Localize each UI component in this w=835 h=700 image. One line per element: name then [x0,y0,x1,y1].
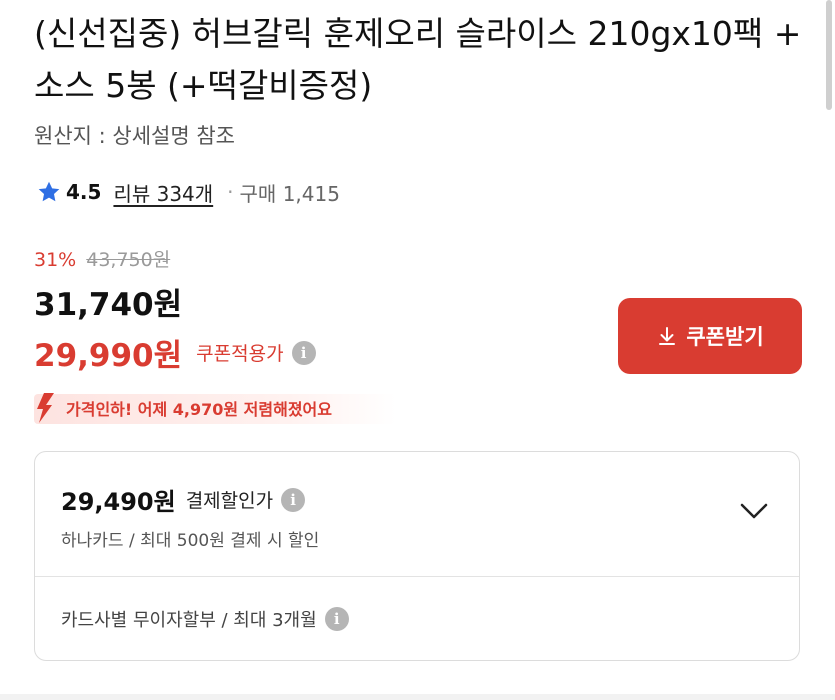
purchase-count: 구매 1,415 [239,181,340,206]
discount-percent: 31% [34,249,77,271]
section-divider [0,694,835,700]
sale-price: 31,740원 [34,287,183,323]
separator-dot: · [227,180,234,204]
discount-row: 31% 43,750원 [34,245,170,272]
get-coupon-button[interactable]: 쿠폰받기 [618,298,802,374]
scrollbar[interactable] [826,0,832,110]
price-drop-text: 가격인하! 어제 4,970원 저렴해졌어요 [66,400,332,419]
info-icon[interactable]: i [324,607,349,631]
card-discount-label: 결제할인가 [185,490,274,512]
card-discount-price: 29,490원 [61,488,176,516]
card-discount-box: 29,490원 결제할인가 i 하나카드 / 최대 500원 결제 시 할인 카… [34,451,800,661]
coupon-price-label: 쿠폰적용가 [196,343,284,365]
rating-value: 4.5 [66,180,102,204]
down-arrow-icon [37,393,54,423]
card-discount-toggle[interactable]: 29,490원 결제할인가 i 하나카드 / 최대 500원 결제 시 할인 [35,452,799,577]
get-coupon-label: 쿠폰받기 [686,325,764,349]
price-drop-banner: 가격인하! 어제 4,970원 저렴해졌어요 [34,390,396,426]
info-icon[interactable]: i [291,340,316,365]
original-price: 43,750원 [86,249,171,271]
card-discount-subtitle: 하나카드 / 최대 500원 결제 시 할인 [61,531,320,551]
info-icon[interactable]: i [281,487,306,512]
card-price-row: 29,490원 결제할인가 i [61,482,306,517]
installment-row: 카드사별 무이자할부 / 최대 3개월 i [61,606,349,632]
product-title: (신선집중) 허브갈릭 훈제오리 슬라이스 210gx10팩 + 소스 5봉 (… [34,14,802,105]
rating-row: 4.5 리뷰 334개 · 구매 1,415 [36,175,340,209]
star-icon [38,181,60,202]
installment-text: 카드사별 무이자할부 / 최대 3개월 [61,610,317,631]
coupon-price: 29,990원 [34,338,183,374]
chevron-down-icon[interactable] [739,500,769,522]
download-icon [659,327,676,345]
origin-info: 원산지 : 상세설명 참조 [34,124,235,148]
coupon-price-row: 29,990원 쿠폰적용가 i [34,330,316,375]
reviews-link[interactable]: 리뷰 334개 [113,178,213,207]
